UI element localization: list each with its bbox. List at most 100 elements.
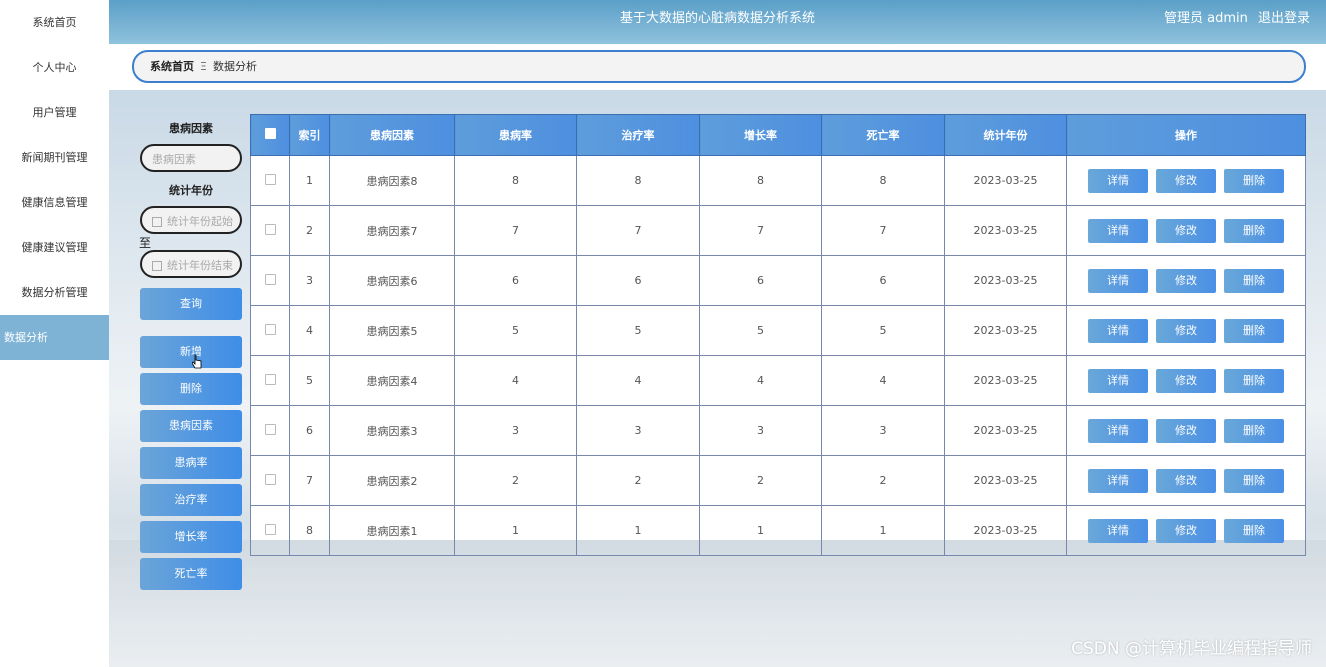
cell-actions: 详情 修改 删除 xyxy=(1066,405,1306,456)
cell-death: 2 xyxy=(821,455,945,506)
cell-growth: 1 xyxy=(699,505,822,556)
column-header: 患病率 xyxy=(454,114,577,156)
edit-button[interactable]: 修改 xyxy=(1156,318,1216,343)
cell-index: 2 xyxy=(289,205,330,256)
delete-button[interactable]: 删除 xyxy=(1224,468,1284,493)
detail-button[interactable]: 详情 xyxy=(1088,268,1148,293)
delete-button[interactable]: 删除 xyxy=(1224,418,1284,443)
column-header: 死亡率 xyxy=(821,114,945,156)
table-row: 5 患病因素4 4 4 4 4 2023-03-25 详情 修改 删除 xyxy=(250,355,1306,406)
factor-input[interactable]: 患病因素 xyxy=(140,144,242,172)
cell-death: 7 xyxy=(821,205,945,256)
logout-link[interactable]: 退出登录 xyxy=(1258,11,1310,26)
table-row: 7 患病因素2 2 2 2 2 2023-03-25 详情 修改 删除 xyxy=(250,455,1306,506)
delete-button[interactable]: 删除 xyxy=(1224,168,1284,193)
edit-button[interactable]: 修改 xyxy=(1156,368,1216,393)
cell-factor: 患病因素6 xyxy=(329,255,455,306)
edit-button[interactable]: 修改 xyxy=(1156,518,1216,543)
chart-cure-button[interactable]: 治疗率 xyxy=(140,484,242,516)
year-start-input[interactable]: 统计年份起始 xyxy=(140,206,242,234)
cell-factor: 患病因素7 xyxy=(329,205,455,256)
cell-growth: 6 xyxy=(699,255,822,306)
cell-death: 1 xyxy=(821,505,945,556)
year-label: 统计年份 xyxy=(169,184,213,197)
chart-rate-button[interactable]: 患病率 xyxy=(140,447,242,479)
cell-year: 2023-03-25 xyxy=(944,305,1067,356)
detail-button[interactable]: 详情 xyxy=(1088,418,1148,443)
delete-button[interactable]: 删除 xyxy=(1224,368,1284,393)
cell-rate: 1 xyxy=(454,505,577,556)
chart-death-button[interactable]: 死亡率 xyxy=(140,558,242,590)
row-checkbox-cell xyxy=(250,355,290,406)
search-panel: 患病因素 患病因素 统计年份 统计年份起始 至 统计年份结束 查询 新增 删除 … xyxy=(139,120,242,595)
breadcrumb-current: 数据分析 xyxy=(212,60,257,73)
cell-actions: 详情 修改 删除 xyxy=(1066,205,1306,256)
add-button[interactable]: 新增 xyxy=(140,336,242,368)
sidebar-item-analysis[interactable]: 数据分析 xyxy=(0,315,109,360)
row-checkbox[interactable] xyxy=(264,273,276,285)
cell-growth: 7 xyxy=(699,205,822,256)
edit-button[interactable]: 修改 xyxy=(1156,218,1216,243)
column-header: 索引 xyxy=(289,114,330,156)
column-header: 增长率 xyxy=(699,114,822,156)
detail-button[interactable]: 详情 xyxy=(1088,168,1148,193)
select-all-cell[interactable] xyxy=(250,114,290,156)
row-checkbox[interactable] xyxy=(264,323,276,335)
calendar-icon xyxy=(152,217,162,227)
year-end-input[interactable]: 统计年份结束 xyxy=(140,250,242,278)
batch-delete-button[interactable]: 删除 xyxy=(140,373,242,405)
row-checkbox[interactable] xyxy=(264,373,276,385)
detail-button[interactable]: 详情 xyxy=(1088,368,1148,393)
edit-button[interactable]: 修改 xyxy=(1156,418,1216,443)
chart-factor-button[interactable]: 患病因素 xyxy=(140,410,242,442)
row-checkbox-cell xyxy=(250,305,290,356)
edit-button[interactable]: 修改 xyxy=(1156,168,1216,193)
edit-button[interactable]: 修改 xyxy=(1156,468,1216,493)
sidebar-item-health-info[interactable]: 健康信息管理 xyxy=(0,180,109,225)
sidebar-item-users[interactable]: 用户管理 xyxy=(0,90,109,135)
query-button[interactable]: 查询 xyxy=(140,288,242,320)
delete-button[interactable]: 删除 xyxy=(1224,268,1284,293)
table-row: 1 患病因素8 8 8 8 8 2023-03-25 详情 修改 删除 xyxy=(250,155,1306,206)
row-checkbox[interactable] xyxy=(264,173,276,185)
cell-growth: 8 xyxy=(699,155,822,206)
delete-button[interactable]: 删除 xyxy=(1224,218,1284,243)
hand-cursor-icon xyxy=(192,354,202,369)
column-header: 操作 xyxy=(1066,114,1306,156)
chart-growth-button[interactable]: 增长率 xyxy=(140,521,242,553)
select-all-checkbox[interactable] xyxy=(264,128,276,139)
cell-growth: 2 xyxy=(699,455,822,506)
row-checkbox[interactable] xyxy=(264,423,276,435)
detail-button[interactable]: 详情 xyxy=(1088,218,1148,243)
row-checkbox[interactable] xyxy=(264,223,276,235)
edit-button[interactable]: 修改 xyxy=(1156,268,1216,293)
sidebar-item-profile[interactable]: 个人中心 xyxy=(0,45,109,90)
table-row: 2 患病因素7 7 7 7 7 2023-03-25 详情 修改 删除 xyxy=(250,205,1306,256)
data-table: 索引 患病因素 患病率 治疗率 增长率 死亡率 统计年份 操作 1 患病因素8 8 8… xyxy=(250,114,1306,556)
sidebar-item-health-advice[interactable]: 健康建议管理 xyxy=(0,225,109,270)
delete-button[interactable]: 删除 xyxy=(1224,518,1284,543)
cell-cure: 6 xyxy=(576,255,700,306)
cell-growth: 3 xyxy=(699,405,822,456)
cell-year: 2023-03-25 xyxy=(944,455,1067,506)
cell-factor: 患病因素2 xyxy=(329,455,455,506)
sidebar-item-news[interactable]: 新闻期刊管理 xyxy=(0,135,109,180)
detail-button[interactable]: 详情 xyxy=(1088,518,1148,543)
cell-factor: 患病因素5 xyxy=(329,305,455,356)
row-checkbox[interactable] xyxy=(264,523,276,535)
sidebar-item-home[interactable]: 系统首页 xyxy=(0,0,109,45)
breadcrumb-separator: Ξ xyxy=(200,60,207,73)
column-header: 患病因素 xyxy=(329,114,455,156)
sidebar-item-analysis-mgmt[interactable]: 数据分析管理 xyxy=(0,270,109,315)
delete-button[interactable]: 删除 xyxy=(1224,318,1284,343)
cell-cure: 2 xyxy=(576,455,700,506)
breadcrumb-home[interactable]: 系统首页 xyxy=(150,60,194,73)
row-checkbox[interactable] xyxy=(264,473,276,485)
table-row: 6 患病因素3 3 3 3 3 2023-03-25 详情 修改 删除 xyxy=(250,405,1306,456)
cell-actions: 详情 修改 删除 xyxy=(1066,455,1306,506)
cell-year: 2023-03-25 xyxy=(944,505,1067,556)
row-checkbox-cell xyxy=(250,155,290,206)
detail-button[interactable]: 详情 xyxy=(1088,468,1148,493)
detail-button[interactable]: 详情 xyxy=(1088,318,1148,343)
cell-rate: 3 xyxy=(454,405,577,456)
